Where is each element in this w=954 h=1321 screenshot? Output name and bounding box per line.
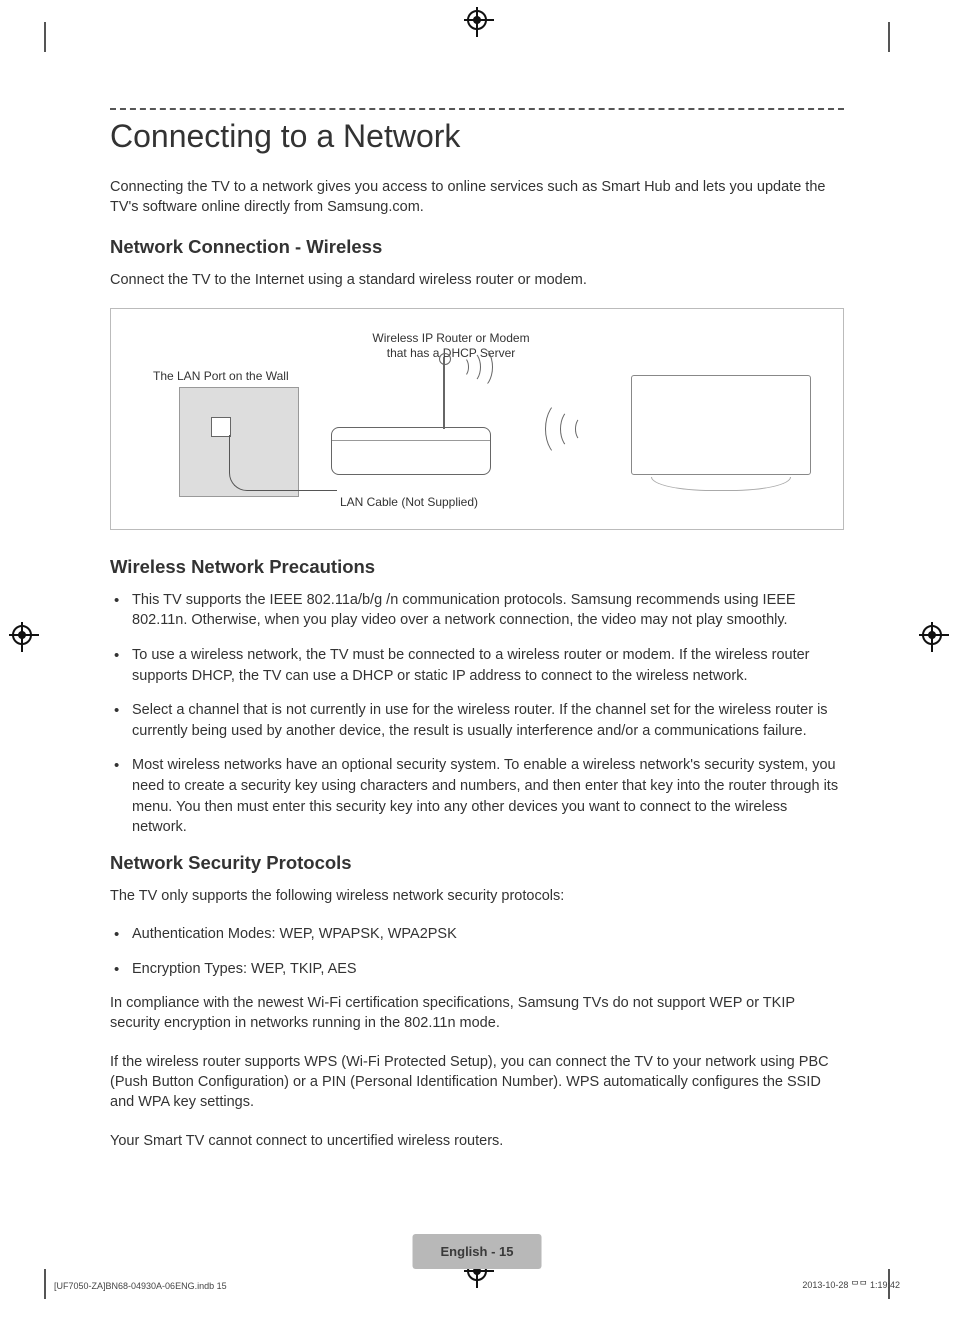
page-number-badge: English - 15: [413, 1234, 542, 1269]
page-title: Connecting to a Network: [110, 118, 844, 155]
diagram-router-label: Wireless IP Router or Modem that has a D…: [361, 331, 541, 361]
list-item: Most wireless networks have an optional …: [110, 755, 844, 837]
title-rule: [110, 108, 844, 110]
security-paragraph: Your Smart TV cannot connect to uncertif…: [110, 1131, 844, 1151]
registration-mark-icon: [12, 625, 32, 645]
wireless-diagram: Wireless IP Router or Modem that has a D…: [110, 308, 844, 530]
list-item: Encryption Types: WEP, TKIP, AES: [110, 959, 844, 980]
diagram-wall-label: The LAN Port on the Wall: [153, 369, 313, 384]
security-paragraph: If the wireless router supports WPS (Wi-…: [110, 1052, 844, 1113]
footer-filename: [UF7050-ZA]BN68-04930A-06ENG.indb 15: [54, 1281, 227, 1291]
section-heading-security: Network Security Protocols: [110, 852, 844, 874]
protocols-list: Authentication Modes: WEP, WPAPSK, WPA2P…: [110, 924, 844, 979]
crop-mark: [44, 22, 46, 52]
section-heading-precautions: Wireless Network Precautions: [110, 556, 844, 578]
list-item: Authentication Modes: WEP, WPAPSK, WPA2P…: [110, 924, 844, 945]
diagram-cable-label: LAN Cable (Not Supplied): [309, 495, 509, 510]
registration-mark-icon: [467, 10, 487, 30]
security-paragraph: In compliance with the newest Wi-Fi cert…: [110, 993, 844, 1034]
antenna-icon: [443, 357, 445, 429]
lan-jack-icon: [211, 417, 231, 437]
crop-mark: [888, 22, 890, 52]
tv-icon: [631, 375, 811, 495]
lan-cable-icon: [229, 435, 337, 491]
intro-paragraph: Connecting the TV to a network gives you…: [110, 177, 844, 218]
list-item: To use a wireless network, the TV must b…: [110, 645, 844, 686]
list-item: This TV supports the IEEE 802.11a/b/g /n…: [110, 590, 844, 631]
list-item: Select a channel that is not currently i…: [110, 700, 844, 741]
footer-timestamp: 2013-10-28 ᄆᄆ 1:19:42: [802, 1278, 900, 1291]
crop-mark: [44, 1269, 46, 1299]
security-intro: The TV only supports the following wirel…: [110, 886, 844, 906]
section-heading-wireless: Network Connection - Wireless: [110, 236, 844, 258]
section-intro-wireless: Connect the TV to the Internet using a s…: [110, 270, 844, 290]
wireless-waves-icon: [457, 345, 503, 391]
page-content: Connecting to a Network Connecting the T…: [110, 108, 844, 1169]
router-icon: [331, 427, 491, 475]
precautions-list: This TV supports the IEEE 802.11a/b/g /n…: [110, 590, 844, 838]
registration-mark-icon: [922, 625, 942, 645]
wireless-waves-icon: [543, 405, 589, 451]
